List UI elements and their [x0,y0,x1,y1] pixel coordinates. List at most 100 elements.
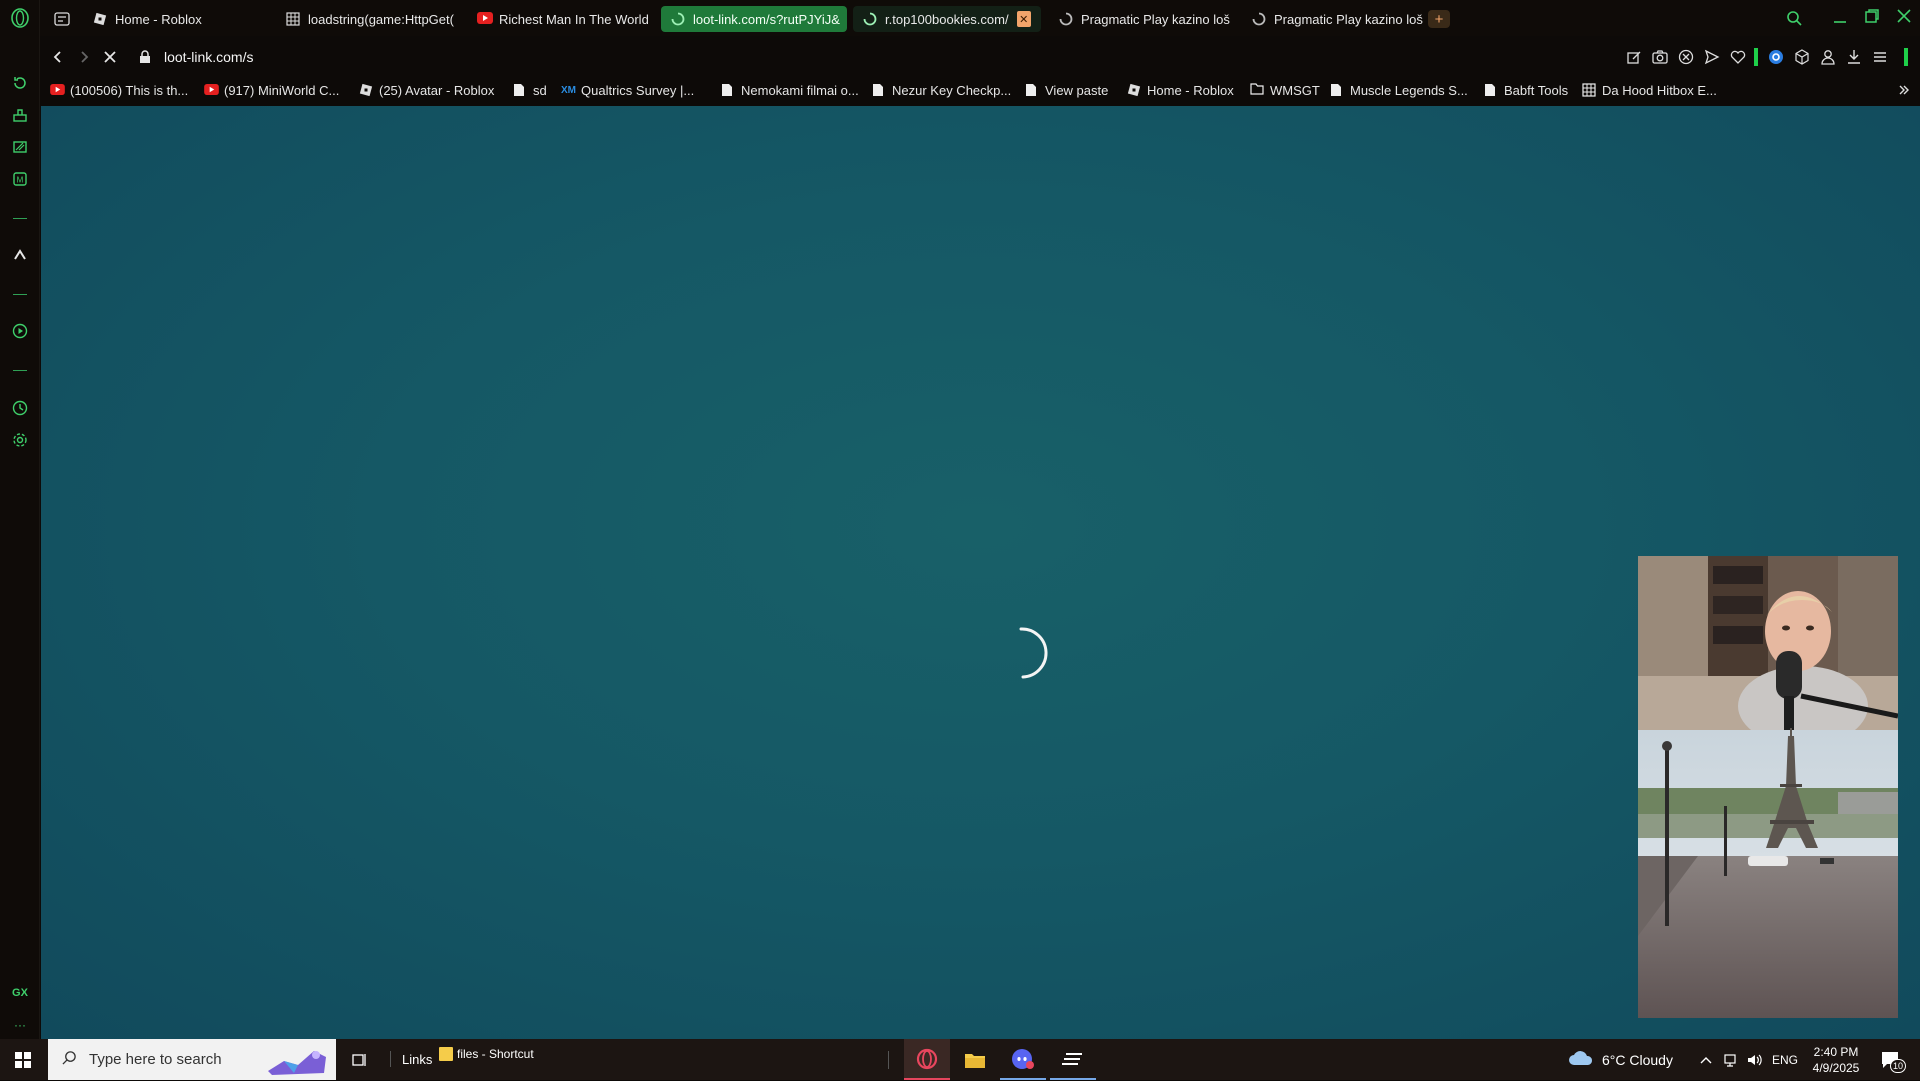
bookmark-item[interactable]: WMSGT [1250,80,1320,100]
back-icon[interactable] [48,47,68,67]
bookmark-label: Muscle Legends S... [1350,82,1468,98]
tab-label: Pragmatic Play kazino loš [1274,11,1423,27]
tab-loot-link[interactable]: loot-link.com/s?rutPJYiJ& [661,6,847,32]
close-tab-icon[interactable]: ✕ [1016,11,1031,27]
profile-icon[interactable] [1818,47,1838,67]
opera-gx-logo-icon[interactable] [10,8,30,28]
bookmark-item[interactable]: (25) Avatar - Roblox [359,80,494,100]
gx-control-icon[interactable] [10,73,30,93]
roblox-icon [359,83,373,97]
sidebar-more-icon[interactable]: ··· [10,1015,30,1035]
bookmark-item[interactable]: Da Hood Hitbox E... [1582,80,1717,100]
file-explorer-icon[interactable] [952,1039,998,1080]
notification-center-icon[interactable]: 10 [1876,1039,1906,1080]
bookmark-item[interactable]: Muscle Legends S... [1330,80,1468,100]
snapshot-edit-icon[interactable] [1624,47,1644,67]
stop-loading-icon[interactable] [100,47,120,67]
tab-overview-icon[interactable] [50,6,76,32]
search-tabs-icon[interactable] [1784,8,1804,28]
bookmark-item[interactable]: Nezur Key Checkp... [872,80,1011,100]
tab-pragmatic-play-1[interactable]: Pragmatic Play kazino loš [1049,6,1237,32]
gx-corner-icon[interactable] [10,137,30,157]
bookmark-item[interactable]: View paste [1025,80,1108,100]
tab-top100bookies[interactable]: r.top100bookies.com/ ✕ [853,6,1041,32]
weather-widget[interactable]: 6°C Cloudy [1568,1039,1673,1080]
clock-time: 2:40 PM [1813,1045,1859,1059]
search-placeholder: Type here to search [89,1051,222,1068]
messenger-icon[interactable]: M [10,169,30,189]
gx-cleaner-icon[interactable] [10,105,30,125]
minimize-icon[interactable] [1830,8,1850,28]
bookmark-label: Nezur Key Checkp... [892,82,1012,98]
tab-label: r.top100bookies.com/ [885,11,1009,27]
files-shortcut[interactable]: files - Shortcut [439,1033,534,1074]
loading-spinner-icon [671,12,685,26]
links-toolbar[interactable]: Links [402,1039,432,1080]
download-icon[interactable] [1844,47,1864,67]
tab-label: Home - Roblox [115,11,202,27]
send-icon[interactable] [1702,47,1722,67]
heart-icon[interactable] [1728,47,1748,67]
tiktok-style-icon[interactable] [10,245,30,265]
files-shortcut-label: files - Shortcut [457,1046,534,1061]
tab-pragmatic-play-2[interactable]: Pragmatic Play kazino loš [1242,6,1430,32]
page-icon [513,83,527,97]
forward-icon[interactable] [74,47,94,67]
bookmark-item[interactable]: Home - Roblox [1127,80,1234,100]
clock-date: 4/9/2025 [1812,1061,1860,1075]
show-hidden-icons-chevron-icon[interactable] [1696,1039,1716,1080]
camera-icon[interactable] [1650,47,1670,67]
tab-richest-man[interactable]: Richest Man In The World [467,6,652,32]
lock-icon[interactable] [135,47,155,67]
bookmark-label: Nemokami filmai o... [741,82,859,98]
bookmark-item[interactable]: sd [513,80,547,100]
bookmark-item[interactable]: XM Qualtrics Survey |... [561,80,694,100]
search-highlight-art-icon [264,1043,330,1077]
app-lines-icon[interactable] [1050,1039,1096,1080]
bookmark-label: (917) MiniWorld C... [224,82,340,98]
language-indicator[interactable]: ENG [1772,1039,1798,1080]
youtube-icon [204,83,219,97]
roblox-icon [93,12,107,26]
clock[interactable]: 2:40 PM 4/9/2025 [1806,1043,1866,1077]
network-icon[interactable] [1720,1039,1740,1080]
url-text[interactable]: loot-link.com/s [164,47,253,67]
player-icon[interactable] [10,321,30,341]
bookmark-label: (25) Avatar - Roblox [379,82,495,98]
cube-extension-icon[interactable] [1792,47,1812,67]
roblox-icon [1127,83,1141,97]
bookmark-item[interactable]: Babft Tools [1484,80,1568,100]
page-loading-spinner-icon [1019,627,1048,679]
bookmark-item[interactable]: (917) MiniWorld C... [204,80,339,100]
bookmark-item[interactable]: (100506) This is th... [50,80,188,100]
taskbar-divider [888,1051,889,1069]
bookmark-label: (100506) This is th... [70,82,189,98]
settings-gear-icon[interactable] [10,430,30,450]
extension-blue-icon[interactable] [1766,47,1786,67]
page-icon [1484,83,1498,97]
opera-gx-taskbar-icon[interactable] [904,1039,950,1080]
volume-icon[interactable] [1744,1039,1766,1080]
bookmark-label: Babft Tools [1504,82,1569,98]
gx-label[interactable]: GX [10,983,30,1003]
tab-bar: Home - Roblox loadstring(game:HttpGet( R… [40,0,1920,36]
bookmark-item[interactable]: Nemokami filmai o... [721,80,859,100]
youtube-icon [50,83,65,97]
tab-loadstring[interactable]: loadstring(game:HttpGet( [276,6,456,32]
page-icon [872,83,886,97]
adblock-icon[interactable] [1676,47,1696,67]
new-tab-button[interactable]: + [1428,10,1450,28]
task-view-icon[interactable] [344,1039,376,1080]
discord-icon[interactable] [1000,1039,1046,1080]
tab-label: loadstring(game:HttpGet( [308,11,454,27]
restore-icon[interactable] [1862,6,1882,26]
history-icon[interactable] [10,398,30,418]
close-window-icon[interactable] [1894,6,1914,26]
tab-home-roblox[interactable]: Home - Roblox [83,6,258,32]
taskbar-search-box[interactable]: Type here to search [48,1039,336,1080]
windows-start-icon[interactable] [0,1039,46,1080]
page-icon [721,83,735,97]
bookmarks-overflow-chevron-icon[interactable] [1898,80,1910,100]
tab-label: Richest Man In The World [499,11,649,27]
menu-icon[interactable] [1870,47,1890,67]
